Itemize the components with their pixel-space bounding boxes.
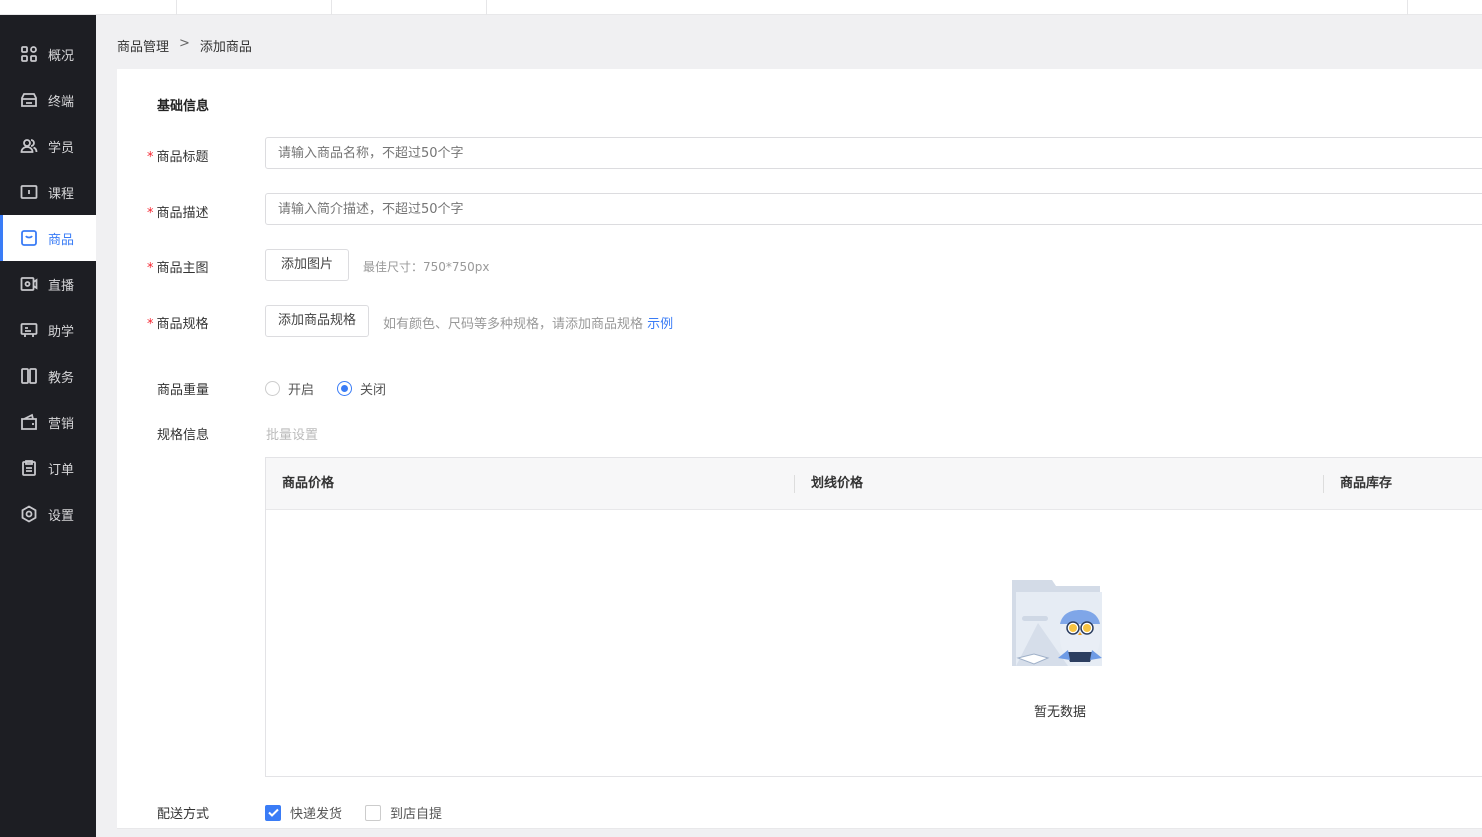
wallet-icon xyxy=(21,413,37,430)
weight-on-radio[interactable]: 开启 xyxy=(265,379,314,398)
spec-label: * 商品规格 xyxy=(147,317,209,332)
column-price: 商品价格 xyxy=(282,476,335,491)
product-form-card: 基础信息 *商品标题 *商品描述 *商品主图 添加图片 最佳尺寸：750*750… xyxy=(117,69,1482,829)
book-icon xyxy=(21,368,37,384)
batch-settings-link[interactable]: 批量设置 xyxy=(266,424,318,443)
table-header: 商品价格 划线价格 商品库存 xyxy=(266,458,1482,510)
sidebar-item-students[interactable]: 学员 xyxy=(0,123,96,169)
express-delivery-checkbox[interactable]: 快递发货 xyxy=(265,803,342,822)
settings-icon xyxy=(21,505,37,523)
sidebar-item-academic[interactable]: 教务 xyxy=(0,353,96,399)
sidebar-item-marketing[interactable]: 营销 xyxy=(0,399,96,445)
sidebar-item-settings[interactable]: 设置 xyxy=(0,491,96,537)
divider xyxy=(117,828,1482,829)
tab-divider xyxy=(176,0,177,15)
sidebar-item-label: 营销 xyxy=(48,416,75,432)
store-icon xyxy=(21,93,37,107)
sidebar-item-label: 订单 xyxy=(48,462,75,478)
store-pickup-checkbox[interactable]: 到店自提 xyxy=(365,803,442,822)
sidebar-item-live[interactable]: 直播 xyxy=(0,261,96,307)
description-label: * 商品描述 xyxy=(147,206,209,221)
spec-hint: 如有颜色、尺码等多种规格，请添加商品规格 示例 xyxy=(383,317,674,332)
title-label: * 商品标题 xyxy=(147,150,209,165)
tab-divider xyxy=(486,0,487,15)
column-divider xyxy=(794,475,795,493)
sidebar-item-orders[interactable]: 订单 xyxy=(0,445,96,491)
delivery-label: 配送方式 xyxy=(157,807,210,822)
sidebar-item-assist[interactable]: 助学 xyxy=(0,307,96,353)
empty-text: 暂无数据 xyxy=(1033,705,1086,720)
description-input[interactable] xyxy=(265,193,1482,225)
assist-icon xyxy=(20,323,38,337)
weight-label: 商品重量 xyxy=(157,383,210,398)
users-icon xyxy=(20,139,38,153)
column-divider xyxy=(1323,475,1324,493)
column-stock: 商品库存 xyxy=(1340,476,1393,491)
sidebar-item-label: 助学 xyxy=(48,324,75,340)
sidebar-item-label: 直播 xyxy=(48,278,75,294)
column-strike-price: 划线价格 xyxy=(811,476,864,491)
sidebar-item-overview[interactable]: 概况 xyxy=(0,31,96,77)
live-icon xyxy=(20,277,38,291)
clipboard-icon xyxy=(22,460,36,476)
weight-off-radio[interactable]: 关闭 xyxy=(337,379,386,398)
sidebar-item-courses[interactable]: 课程 xyxy=(0,169,96,215)
sidebar-item-label: 终端 xyxy=(48,94,75,110)
sidebar: 概况 终端 学员 课程 商品 直播 助学 教务 营销 订单 设置 xyxy=(0,15,96,837)
sidebar-item-terminal[interactable]: 终端 xyxy=(0,77,96,123)
add-image-button[interactable]: 添加图片 xyxy=(265,249,350,281)
breadcrumb-separator: > xyxy=(179,36,190,51)
title-input[interactable] xyxy=(265,137,1482,169)
spec-table: 商品价格 划线价格 商品库存 暂无数据 xyxy=(265,457,1482,777)
top-tab-bar xyxy=(0,0,1482,15)
spec-info-label: 规格信息 xyxy=(157,428,210,443)
empty-state: 暂无数据 xyxy=(1010,578,1110,720)
tab-divider xyxy=(331,0,332,15)
bag-icon xyxy=(21,230,37,246)
tab-divider xyxy=(1407,0,1408,15)
example-link[interactable]: 示例 xyxy=(647,317,673,332)
breadcrumb-current: 添加商品 xyxy=(199,40,252,55)
sidebar-item-label: 设置 xyxy=(48,508,75,524)
main-image-label: * 商品主图 xyxy=(147,261,209,276)
section-title: 基础信息 xyxy=(157,99,210,114)
sidebar-item-label: 课程 xyxy=(48,186,75,202)
breadcrumb: 商品管理 > 添加商品 xyxy=(117,36,252,55)
grid-icon xyxy=(21,46,37,62)
image-size-hint: 最佳尺寸：750*750px xyxy=(363,260,490,274)
course-icon xyxy=(20,185,38,199)
add-spec-button[interactable]: 添加商品规格 xyxy=(265,305,370,337)
sidebar-item-products[interactable]: 商品 xyxy=(0,215,96,261)
sidebar-item-label: 教务 xyxy=(48,370,75,386)
breadcrumb-parent[interactable]: 商品管理 xyxy=(117,36,169,55)
sidebar-item-label: 商品 xyxy=(48,232,75,248)
sidebar-item-label: 概况 xyxy=(48,48,75,64)
sidebar-item-label: 学员 xyxy=(48,140,75,156)
empty-owl-illustration-icon xyxy=(1012,580,1102,666)
